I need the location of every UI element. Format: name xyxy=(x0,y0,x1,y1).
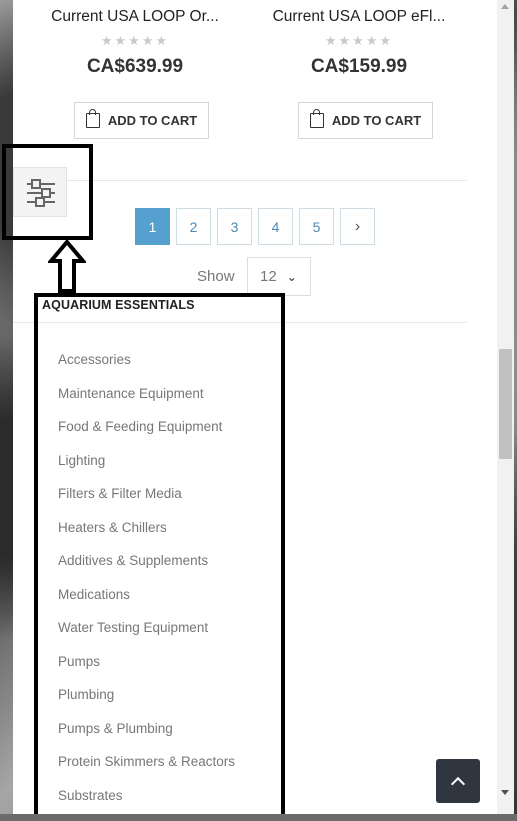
items-per-page-value: 12 xyxy=(260,268,277,285)
scroll-up-icon[interactable] xyxy=(501,4,509,9)
product-name[interactable]: Current USA LOOP Or... xyxy=(30,8,240,26)
chevron-down-icon: ⌄ xyxy=(287,270,297,284)
add-to-cart-label: ADD TO CART xyxy=(332,113,421,128)
shopping-bag-icon xyxy=(86,113,100,128)
pagination: 1 2 3 4 5 › xyxy=(135,208,375,245)
product-name[interactable]: Current USA LOOP eFl... xyxy=(254,8,464,26)
page-link-3[interactable]: 3 xyxy=(217,208,252,245)
rating-stars: ★★★★★ xyxy=(254,34,464,50)
scroll-down-icon[interactable] xyxy=(501,790,509,795)
page-link-2[interactable]: 2 xyxy=(176,208,211,245)
product-card: Current USA LOOP Or... ★★★★★ CA$639.99 A… xyxy=(30,0,240,78)
show-label: Show xyxy=(197,268,235,285)
product-price: CA$159.99 xyxy=(254,56,464,78)
add-to-cart-button[interactable]: ADD TO CART xyxy=(298,102,433,139)
vertical-scrollbar[interactable] xyxy=(497,0,514,814)
product-price: CA$639.99 xyxy=(30,56,240,78)
product-card: Current USA LOOP eFl... ★★★★★ CA$159.99 … xyxy=(254,0,464,78)
back-to-top-button[interactable] xyxy=(436,759,480,803)
highlight-box-filter xyxy=(2,144,93,240)
up-arrow-annotation-icon xyxy=(48,239,86,293)
add-to-cart-button[interactable]: ADD TO CART xyxy=(74,102,209,139)
next-page-button[interactable]: › xyxy=(340,208,375,245)
chevron-up-icon xyxy=(451,776,465,790)
shopping-bag-icon xyxy=(310,113,324,128)
page-link-5[interactable]: 5 xyxy=(299,208,334,245)
items-per-page-select[interactable]: 12 ⌄ xyxy=(247,257,311,296)
add-to-cart-label: ADD TO CART xyxy=(108,113,197,128)
highlight-box-categories xyxy=(34,293,285,814)
page-link-1[interactable]: 1 xyxy=(135,208,170,245)
page-link-4[interactable]: 4 xyxy=(258,208,293,245)
rating-stars: ★★★★★ xyxy=(30,34,240,50)
scrollbar-thumb[interactable] xyxy=(499,349,512,459)
